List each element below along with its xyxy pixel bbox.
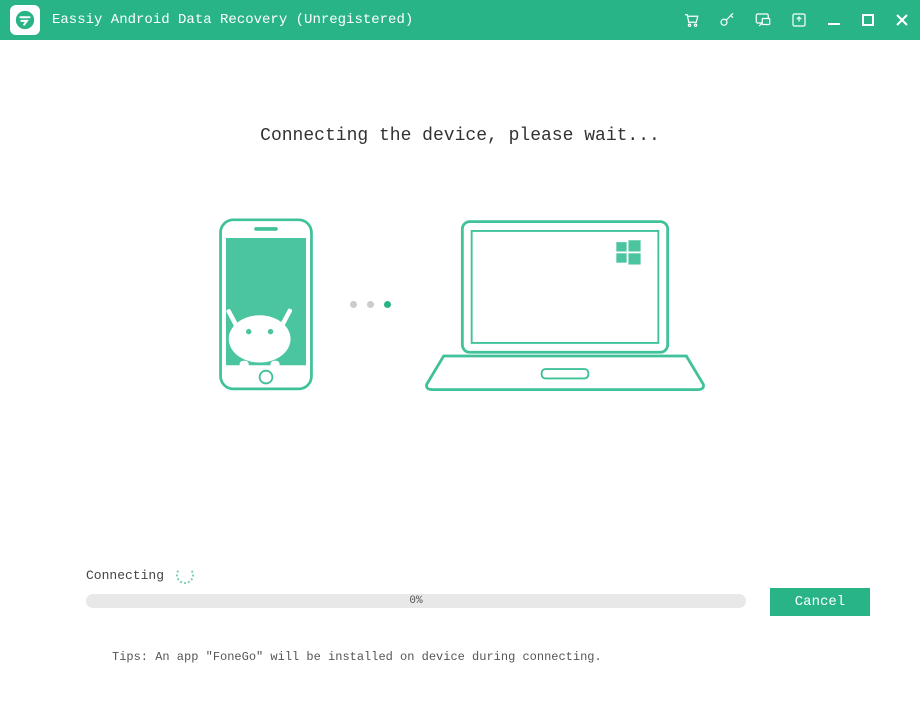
minimize-button[interactable]: [826, 12, 842, 28]
feedback-icon[interactable]: [754, 11, 772, 29]
headline-text: Connecting the device, please wait...: [0, 126, 920, 146]
titlebar: Eassiy Android Data Recovery (Unregister…: [0, 0, 920, 40]
dot: [384, 301, 391, 308]
dot: [367, 301, 374, 308]
key-icon[interactable]: [718, 11, 736, 29]
laptop-icon: [425, 216, 705, 393]
app-logo: [10, 5, 40, 35]
app-title: Eassiy Android Data Recovery (Unregister…: [52, 12, 682, 28]
progress-text: 0%: [409, 595, 422, 607]
progress-bar: 0%: [86, 594, 746, 608]
maximize-button[interactable]: [860, 12, 876, 28]
status-row: Connecting: [86, 566, 194, 584]
main-content: Connecting the device, please wait...: [0, 126, 920, 714]
status-label: Connecting: [86, 568, 164, 583]
device-illustration: [0, 216, 920, 393]
close-button[interactable]: [894, 12, 910, 28]
tips-text: Tips: An app "FoneGo" will be installed …: [112, 650, 602, 664]
dot: [350, 301, 357, 308]
spinner-icon: [176, 566, 194, 584]
phone-icon: [216, 218, 316, 391]
cart-icon[interactable]: [682, 11, 700, 29]
connecting-dots: [350, 301, 391, 308]
update-icon[interactable]: [790, 11, 808, 29]
cancel-button[interactable]: Cancel: [770, 588, 870, 616]
windows-icon: [616, 240, 640, 264]
